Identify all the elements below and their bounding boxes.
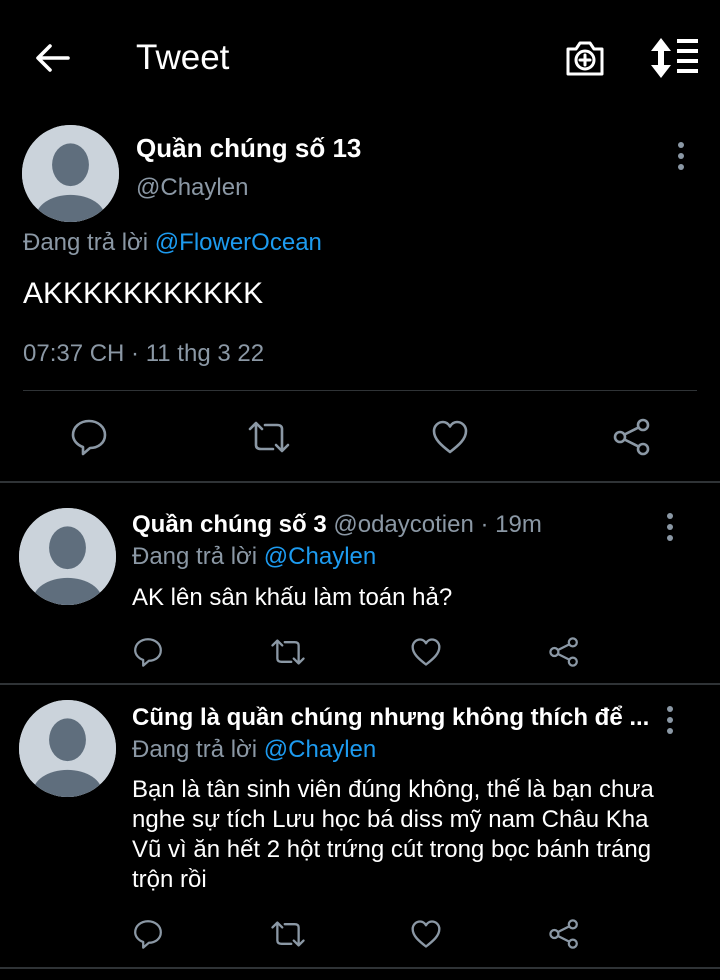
reply-tweet[interactable]: Quần chúng số 3 @odaycotien · 19m Đang t…: [0, 483, 720, 683]
share-icon[interactable]: [548, 636, 580, 668]
arrow-left-icon[interactable]: [30, 36, 74, 80]
replying-to: Đang trả lời @Chaylen: [132, 543, 376, 571]
retweet-icon[interactable]: [247, 419, 291, 455]
camera-plus-icon[interactable]: [563, 36, 607, 80]
replying-prefix: Đang trả lời: [132, 736, 258, 763]
retweet-icon[interactable]: [270, 637, 306, 667]
retweet-icon[interactable]: [270, 919, 306, 949]
tweet-text: AKKKKKKKKKKK: [23, 277, 264, 310]
reply-icon[interactable]: [132, 918, 164, 950]
tweet-actions: [0, 415, 720, 459]
replying-to: Đang trả lời @Chaylen: [132, 736, 376, 764]
tweet-timestamp: 07:37 CH · 11 thg 3 22: [23, 340, 265, 367]
more-options-icon[interactable]: [664, 705, 676, 735]
page-title: Tweet: [136, 38, 230, 77]
replying-prefix: Đang trả lời: [23, 229, 149, 256]
more-options-icon[interactable]: [675, 141, 687, 171]
author-name[interactable]: Quần chúng số 3: [132, 511, 327, 538]
author-name[interactable]: Quần chúng số 13: [136, 133, 361, 164]
reply-icon[interactable]: [70, 417, 108, 457]
divider: [0, 967, 720, 969]
main-tweet: Quần chúng số 13 @Chaylen Đang trả lời @…: [0, 115, 720, 480]
reply-icon[interactable]: [132, 636, 164, 668]
avatar[interactable]: [19, 700, 116, 797]
reply-header: Quần chúng số 3 @odaycotien · 19m: [132, 511, 542, 539]
avatar[interactable]: [22, 125, 119, 222]
share-icon[interactable]: [612, 418, 652, 456]
like-icon[interactable]: [431, 419, 469, 455]
like-icon[interactable]: [410, 919, 442, 949]
replying-mention[interactable]: @Chaylen: [264, 543, 376, 570]
author-name[interactable]: Cũng là quần chúng nhưng không thích để …: [132, 704, 649, 731]
replying-to: Đang trả lời @FlowerOcean: [23, 229, 322, 257]
replying-mention[interactable]: @Chaylen: [264, 736, 376, 763]
replying-prefix: Đang trả lời: [132, 543, 258, 570]
avatar[interactable]: [19, 508, 116, 605]
tweet-text: Bạn là tân sinh viên đúng không, thế là …: [132, 776, 654, 893]
replying-mention[interactable]: @FlowerOcean: [155, 229, 322, 256]
tweet-actions: [0, 918, 720, 952]
share-icon[interactable]: [548, 918, 580, 950]
author-meta: @odaycotien · 19m: [333, 511, 542, 538]
tweet-text: AK lên sân khấu làm toán hả?: [132, 584, 453, 611]
like-icon[interactable]: [410, 637, 442, 667]
tweet-actions: [0, 636, 720, 670]
top-bar: Tweet: [0, 0, 720, 115]
more-options-icon[interactable]: [664, 512, 676, 542]
reply-header: Cũng là quần chúng nhưng không thích để …: [132, 704, 649, 732]
author-handle[interactable]: @Chaylen: [136, 174, 248, 202]
divider: [23, 390, 697, 391]
sort-list-icon[interactable]: [648, 36, 700, 80]
reply-tweet[interactable]: Cũng là quần chúng nhưng không thích để …: [0, 685, 720, 965]
